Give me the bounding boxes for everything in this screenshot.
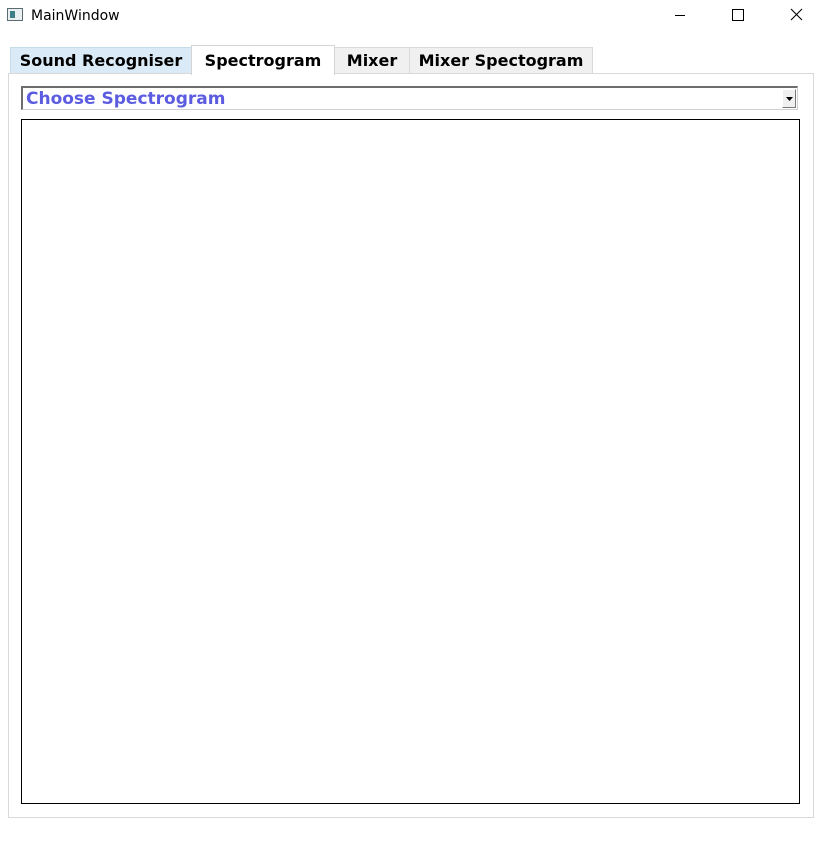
close-button[interactable] xyxy=(773,0,819,31)
title-bar[interactable]: MainWindow xyxy=(0,0,824,32)
main-window: MainWindow Sound Recogniser Spectrogram … xyxy=(0,0,824,854)
minimize-button[interactable] xyxy=(657,0,703,31)
spectrogram-canvas[interactable] xyxy=(21,119,800,804)
tab-mixer[interactable]: Mixer xyxy=(334,47,410,74)
tab-mixer-spectogram[interactable]: Mixer Spectogram xyxy=(409,47,593,74)
minimize-icon xyxy=(675,15,685,16)
app-window-icon xyxy=(7,8,23,21)
maximize-icon xyxy=(732,9,744,21)
maximize-button[interactable] xyxy=(714,0,760,31)
tab-sound-recogniser[interactable]: Sound Recogniser xyxy=(10,47,192,74)
close-icon xyxy=(790,8,803,21)
dropdown-arrow-icon xyxy=(786,97,793,101)
window-title: MainWindow xyxy=(31,8,120,24)
tab-spectrogram[interactable]: Spectrogram xyxy=(191,45,335,75)
spectrogram-select-text: Choose Spectrogram xyxy=(26,89,226,109)
spectrogram-select[interactable]: Choose Spectrogram xyxy=(21,86,798,110)
dropdown-button[interactable] xyxy=(782,89,796,108)
